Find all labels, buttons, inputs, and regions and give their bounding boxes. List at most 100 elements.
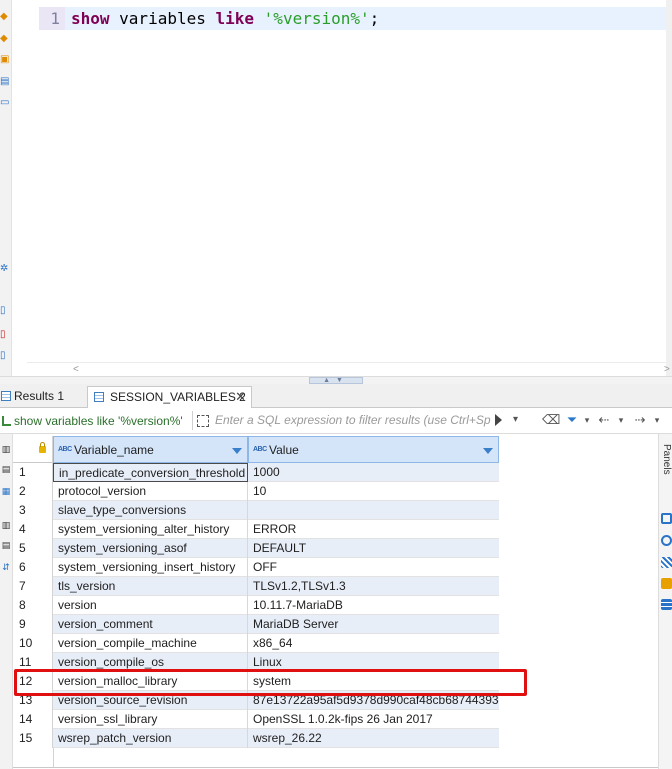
cell-value[interactable]: 10 xyxy=(248,482,499,501)
table-row[interactable]: 15 wsrep_patch_version wsrep_26.22 xyxy=(13,729,499,748)
value-panel-icon[interactable] xyxy=(661,513,672,524)
cell-value[interactable]: 10.11.7-MariaDB xyxy=(248,596,499,615)
tab-session-variables-2[interactable]: SESSION_VARIABLES 2 ✕ xyxy=(87,386,252,408)
table-row[interactable]: 14 version_ssl_library OpenSSL 1.0.2k-fips… xyxy=(13,710,499,729)
cell-value[interactable]: 1000 xyxy=(248,463,499,482)
table-row[interactable]: 7 tls_version TLSv1.2,TLSv1.3 xyxy=(13,577,499,596)
back-icon[interactable]: ⇠ xyxy=(596,411,612,429)
row-number: 15 xyxy=(13,729,53,748)
cell-variable-name[interactable]: system_versioning_alter_history xyxy=(53,520,248,539)
row-number: 6 xyxy=(13,558,53,577)
filter-icon[interactable]: ⏷ xyxy=(564,411,580,429)
cell-value[interactable]: MariaDB Server xyxy=(248,615,499,634)
cell-value[interactable]: wsrep_26.22 xyxy=(248,729,499,748)
editor-horizontal-scrollbar[interactable]: < > xyxy=(27,362,670,376)
forward-icon[interactable]: ⇢ xyxy=(632,411,648,429)
filter-dropdown-icon[interactable]: ▾ xyxy=(582,411,592,429)
column-label: Value xyxy=(269,443,299,457)
table-row[interactable]: 8 version 10.11.7-MariaDB xyxy=(13,596,499,615)
table-row[interactable]: 9 version_comment MariaDB Server xyxy=(13,615,499,634)
export-icon[interactable]: ▯ xyxy=(0,306,10,316)
save-script-icon[interactable]: ▭ xyxy=(0,98,10,108)
table-row[interactable]: 2 protocol_version 10 xyxy=(13,482,499,501)
sql-editor[interactable] xyxy=(27,0,666,362)
text-view-icon[interactable]: ▤ xyxy=(0,464,12,474)
error-log-icon[interactable]: ▯ xyxy=(0,330,10,340)
layout-icon[interactable]: ▤ xyxy=(0,540,12,550)
tab-results-1[interactable]: Results 1 xyxy=(0,386,84,408)
cell-variable-name[interactable]: in_predicate_conversion_threshold xyxy=(53,463,248,482)
table-row[interactable]: 5 system_versioning_asof DEFAULT xyxy=(13,539,499,558)
record-view-icon[interactable]: ▦ xyxy=(0,486,12,496)
forward-dropdown-icon[interactable]: ▾ xyxy=(652,411,662,429)
editor-vertical-scrollbar[interactable] xyxy=(666,0,672,380)
scroll-left-icon[interactable]: < xyxy=(73,364,79,375)
execute-script-icon[interactable]: ◆ xyxy=(0,34,10,44)
expand-filter-icon[interactable] xyxy=(197,415,209,427)
cell-variable-name[interactable]: version xyxy=(53,596,248,615)
sql-code-line[interactable]: show variables like '%version%'; xyxy=(65,7,666,30)
text-type-icon: ABC xyxy=(58,446,72,453)
refresh-icon[interactable]: ⇵ xyxy=(0,562,12,572)
cell-value[interactable]: x86_64 xyxy=(248,634,499,653)
cell-variable-name[interactable]: version_ssl_library xyxy=(53,710,248,729)
highlight-annotation-box xyxy=(14,669,527,696)
panels-toggle[interactable]: Panels xyxy=(660,444,672,498)
table-row[interactable]: 10 version_compile_machine x86_64 xyxy=(13,634,499,653)
row-number: 9 xyxy=(13,615,53,634)
settings-icon[interactable]: ✲ xyxy=(0,264,10,274)
grouping-panel-icon[interactable] xyxy=(661,557,672,568)
grid-icon xyxy=(94,392,104,402)
table-row[interactable]: 3 slave_type_conversions xyxy=(13,501,499,520)
script-icon[interactable]: ▯ xyxy=(0,351,10,361)
row-number: 2 xyxy=(13,482,53,501)
clear-filter-icon[interactable]: ⌫ xyxy=(542,411,560,429)
column-header-value[interactable]: ABC Value xyxy=(248,436,499,463)
grid-view-icon[interactable]: ▥ xyxy=(0,444,12,454)
close-icon[interactable]: ✕ xyxy=(235,387,246,407)
results-side-toolbar: ▥ ▤ ▦ ▥ ▤ ⇵ xyxy=(0,434,13,769)
cell-value[interactable] xyxy=(248,501,499,520)
cell-variable-name[interactable]: system_versioning_insert_history xyxy=(53,558,248,577)
cell-variable-name[interactable]: system_versioning_asof xyxy=(53,539,248,558)
references-panel-icon[interactable] xyxy=(661,599,672,610)
filter-placeholder: Enter a SQL expression to filter results… xyxy=(215,413,491,427)
row-number: 10 xyxy=(13,634,53,653)
cell-value[interactable]: OpenSSL 1.0.2k-fips 26 Jan 2017 xyxy=(248,710,499,729)
cell-variable-name[interactable]: tls_version xyxy=(53,577,248,596)
code-text: variables xyxy=(109,9,216,28)
back-dropdown-icon[interactable]: ▾ xyxy=(616,411,626,429)
cell-variable-name[interactable]: version_comment xyxy=(53,615,248,634)
splitter-toggle-icon[interactable]: ▲▼ xyxy=(309,377,363,384)
grid-divider xyxy=(53,748,54,768)
apply-filter-icon[interactable] xyxy=(493,412,505,428)
column-header-variable-name[interactable]: ABC Variable_name xyxy=(53,436,248,463)
sort-dropdown-icon[interactable] xyxy=(232,448,242,454)
table-row[interactable]: 1 in_predicate_conversion_threshold 1000 xyxy=(13,463,499,482)
tab-label: SESSION_VARIABLES 2 xyxy=(110,390,246,404)
execute-icon[interactable]: ◆ xyxy=(0,12,10,22)
cell-variable-name[interactable]: wsrep_patch_version xyxy=(53,729,248,748)
panel-toggle-icon[interactable]: ▥ xyxy=(0,520,12,530)
grid-icon xyxy=(1,391,11,401)
sort-dropdown-icon[interactable] xyxy=(483,448,493,454)
cell-variable-name[interactable]: slave_type_conversions xyxy=(53,501,248,520)
cell-value[interactable]: OFF xyxy=(248,558,499,577)
filter-history-icon[interactable]: ▾ xyxy=(513,412,527,428)
explain-icon[interactable]: ▣ xyxy=(0,55,10,65)
filter-input[interactable]: Enter a SQL expression to filter results… xyxy=(192,411,492,430)
cell-variable-name[interactable]: protocol_version xyxy=(53,482,248,501)
row-number: 8 xyxy=(13,596,53,615)
calc-panel-icon[interactable] xyxy=(661,578,672,589)
cell-value[interactable]: ERROR xyxy=(248,520,499,539)
metadata-panel-icon[interactable] xyxy=(661,535,672,546)
table-row[interactable]: 6 system_versioning_insert_history OFF xyxy=(13,558,499,577)
load-script-icon[interactable]: ▤ xyxy=(0,77,10,87)
scroll-right-icon[interactable]: > xyxy=(664,364,670,375)
cell-variable-name[interactable]: version_compile_machine xyxy=(53,634,248,653)
cell-value[interactable]: TLSv1.2,TLSv1.3 xyxy=(248,577,499,596)
row-number: 4 xyxy=(13,520,53,539)
cell-value[interactable]: DEFAULT xyxy=(248,539,499,558)
table-row[interactable]: 4 system_versioning_alter_history ERROR xyxy=(13,520,499,539)
